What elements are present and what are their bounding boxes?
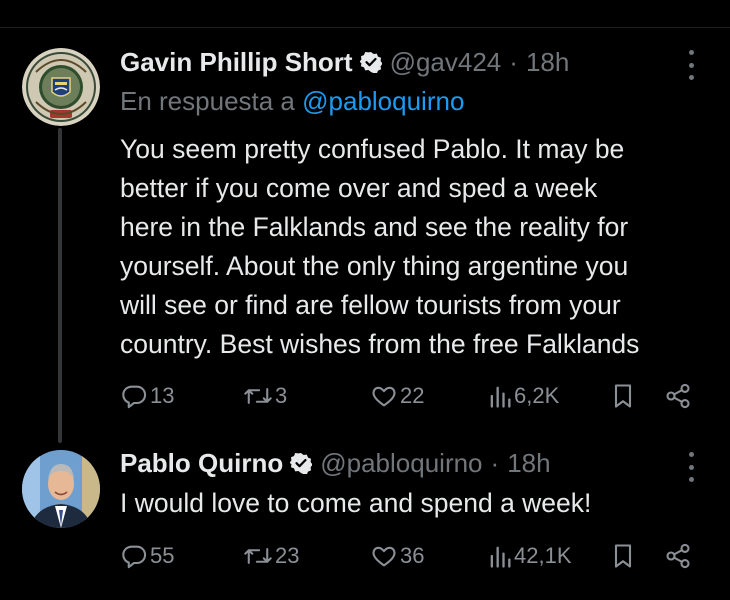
bookmark-icon — [614, 544, 632, 568]
like-count: 22 — [400, 383, 425, 408]
divider — [0, 27, 730, 28]
repost-count: 23 — [275, 543, 300, 568]
views-count: 6,2K — [514, 383, 560, 408]
like-icon — [372, 386, 396, 407]
verified-badge-icon — [290, 452, 313, 474]
repost-icon — [244, 388, 272, 404]
tweet-text: I would love to come and spend a week! — [120, 488, 592, 518]
reply-count: 55 — [150, 543, 175, 568]
more-icon[interactable] — [686, 50, 696, 80]
like-count: 36 — [400, 543, 425, 568]
like-button[interactable]: 36 — [370, 540, 424, 572]
tweet-actions: 55 23 36 42,1K — [120, 540, 700, 572]
bookmark-button[interactable] — [610, 540, 636, 572]
views-icon — [490, 546, 511, 568]
share-icon — [666, 383, 690, 409]
reply-icon — [122, 545, 147, 569]
verified-badge-icon — [359, 51, 382, 73]
author-name[interactable]: Pablo Quirno — [120, 448, 283, 479]
bookmark-icon — [614, 384, 632, 408]
profile-photo — [22, 450, 100, 528]
author-handle[interactable]: @pabloquirno — [320, 448, 482, 479]
author-name[interactable]: Gavin Phillip Short — [120, 47, 353, 78]
author-handle[interactable]: @gav424 — [390, 47, 502, 78]
reply-button[interactable]: 13 — [120, 380, 174, 412]
like-icon — [372, 546, 396, 567]
repost-icon — [244, 548, 272, 564]
reply-prefix: En respuesta a — [120, 86, 295, 116]
more-icon[interactable] — [686, 452, 696, 482]
share-button[interactable] — [664, 540, 692, 572]
views-button[interactable]: 6,2K — [488, 380, 559, 412]
views-button[interactable]: 42,1K — [488, 540, 572, 572]
tweet-time[interactable]: 18h — [507, 448, 550, 479]
share-button[interactable] — [664, 380, 692, 412]
repost-button[interactable]: 23 — [243, 540, 299, 572]
separator-dot: · — [509, 46, 518, 77]
thread-line — [58, 128, 62, 443]
views-count: 42,1K — [514, 543, 572, 568]
share-icon — [666, 543, 690, 569]
tweet-header: Pablo Quirno @pabloquirno · 18h — [120, 446, 551, 480]
reply-mention-link[interactable]: @pabloquirno — [302, 86, 464, 116]
tweet-time[interactable]: 18h — [526, 47, 569, 78]
reply-count: 13 — [150, 383, 175, 408]
repost-button[interactable]: 3 — [243, 380, 287, 412]
reply-icon — [122, 385, 147, 409]
tweet-actions: 13 3 22 6,2K — [120, 380, 700, 412]
reply-context: En respuesta a @pabloquirno — [120, 86, 464, 117]
bookmark-button[interactable] — [610, 380, 636, 412]
like-button[interactable]: 22 — [370, 380, 424, 412]
views-icon — [490, 386, 511, 408]
avatar-pablo[interactable] — [22, 450, 100, 528]
reply-button[interactable]: 55 — [120, 540, 174, 572]
defence-force-badge — [22, 48, 100, 126]
tweet-header: Gavin Phillip Short @gav424 · 18h — [120, 45, 569, 79]
tweet-text: You seem pretty confused Pablo. It may b… — [120, 134, 640, 359]
separator-dot: · — [490, 447, 500, 478]
avatar-gavin[interactable] — [22, 48, 100, 126]
repost-count: 3 — [275, 383, 288, 408]
